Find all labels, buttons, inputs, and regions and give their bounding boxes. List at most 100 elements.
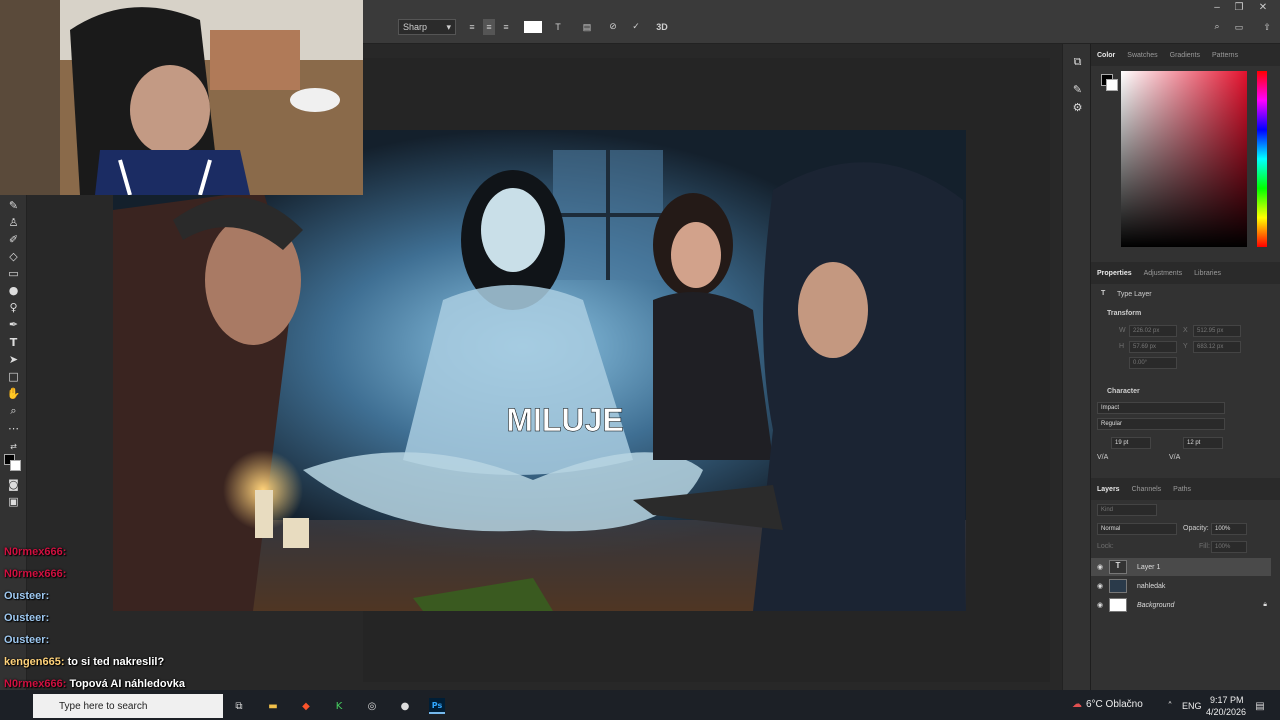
chevron-up-icon[interactable]: ˄ — [1162, 698, 1178, 714]
tab-paths[interactable]: Paths — [1167, 486, 1197, 493]
tab-gradients[interactable]: Gradients — [1164, 52, 1206, 59]
minimize-button[interactable]: – — [1206, 0, 1228, 14]
y-label: Y — [1183, 343, 1188, 350]
cloud-icon: ☁ — [1072, 699, 1082, 710]
workspace-icon[interactable]: ▭ — [1232, 19, 1246, 35]
cancel-icon[interactable]: ⊘ — [606, 19, 620, 35]
text-color-swatch[interactable] — [524, 21, 542, 33]
align-center-icon[interactable]: ≡ — [483, 19, 495, 35]
layer-name[interactable]: Layer 1 — [1137, 564, 1160, 571]
dodge-tool-icon[interactable]: ♀ — [5, 300, 22, 315]
fill-field[interactable]: 100% — [1211, 541, 1247, 553]
notifications-icon[interactable]: ▤ — [1252, 698, 1268, 714]
task-view-icon[interactable]: ⧉ — [231, 698, 247, 714]
background-swatch[interactable] — [1106, 79, 1118, 91]
fill-label: Fill: — [1199, 543, 1210, 550]
tab-patterns[interactable]: Patterns — [1206, 52, 1244, 59]
layer-filter-input[interactable]: Kind — [1097, 504, 1157, 516]
type-layer-label: Type Layer — [1117, 291, 1152, 298]
screen-mode-icon[interactable]: ▣ — [5, 494, 22, 509]
clock-date[interactable]: 4/20/2026 — [1206, 707, 1246, 717]
search-placeholder: Type here to search — [59, 700, 148, 712]
tab-layers[interactable]: Layers — [1091, 486, 1126, 493]
blend-mode-select[interactable]: Normal — [1097, 523, 1177, 535]
path-selection-tool-icon[interactable]: ➤ — [5, 352, 22, 367]
width-field[interactable]: 226.02 px — [1129, 325, 1177, 337]
swap-colors-icon[interactable]: ⇄ — [5, 439, 22, 454]
restore-button[interactable]: ❐ — [1228, 0, 1250, 14]
type-tool-icon[interactable]: T — [5, 335, 22, 350]
pen-tool-icon[interactable]: ✒ — [5, 317, 22, 332]
taskbar-search-box[interactable]: Type here to search — [33, 694, 223, 718]
gradient-tool-icon[interactable]: ▭ — [5, 266, 22, 281]
angle-field[interactable]: 0.00° — [1129, 357, 1177, 369]
align-right-icon[interactable]: ≡ — [500, 19, 512, 35]
character-panel-icon[interactable]: ▤ — [580, 19, 594, 35]
background-color-swatch[interactable] — [10, 460, 21, 471]
opacity-field[interactable]: 100% — [1211, 523, 1247, 535]
font-size-field[interactable]: 19 pt — [1111, 437, 1151, 449]
quick-mask-icon[interactable]: ◙ — [5, 477, 22, 492]
tab-swatches[interactable]: Swatches — [1121, 52, 1163, 59]
color-picker-field[interactable] — [1121, 71, 1247, 247]
tab-color[interactable]: Color — [1091, 52, 1121, 59]
app-icon[interactable]: ● — [397, 698, 413, 714]
y-field[interactable]: 683.12 px — [1193, 341, 1241, 353]
chat-text: Topová AI náhledovka — [69, 678, 185, 690]
history-panel-icon[interactable]: ⧉ — [1069, 54, 1086, 69]
hand-tool-icon[interactable]: ✋ — [5, 386, 22, 401]
3d-icon[interactable]: 3D — [655, 19, 669, 35]
history-brush-tool-icon[interactable]: ✐ — [5, 232, 22, 247]
character-section-label[interactable]: Character — [1107, 388, 1140, 395]
text-layer-miluje[interactable]: MILUJE — [506, 402, 624, 439]
file-explorer-icon[interactable]: ▬ — [265, 698, 281, 714]
rectangle-tool-icon[interactable]: □ — [5, 369, 22, 384]
tab-libraries[interactable]: Libraries — [1188, 270, 1227, 277]
share-icon[interactable]: ⇧ — [1260, 19, 1274, 35]
zoom-tool-icon[interactable]: ⌕ — [5, 403, 22, 418]
layer-row[interactable]: ◉ Background 🔒︎ — [1091, 596, 1271, 614]
app-k-icon[interactable]: K — [331, 698, 347, 714]
adjustments-panel-icon[interactable]: ⚙ — [1069, 100, 1086, 115]
hue-slider[interactable] — [1257, 71, 1267, 247]
tab-properties[interactable]: Properties — [1091, 270, 1138, 277]
tab-channels[interactable]: Channels — [1126, 486, 1168, 493]
height-field[interactable]: 57.69 px — [1129, 341, 1177, 353]
webcam-overlay — [0, 0, 363, 195]
close-button[interactable]: ✕ — [1252, 0, 1274, 14]
leading-field[interactable]: 12 pt — [1183, 437, 1223, 449]
tracking-label: V/A — [1169, 454, 1181, 461]
layer-name[interactable]: Background — [1137, 602, 1174, 609]
transform-section-label[interactable]: Transform — [1107, 310, 1141, 317]
brave-browser-icon[interactable]: ◆ — [298, 698, 314, 714]
photoshop-icon[interactable]: Ps — [429, 698, 445, 714]
x-label: X — [1183, 327, 1188, 334]
tab-adjustments[interactable]: Adjustments — [1138, 270, 1189, 277]
layer-row[interactable]: ◉ nahledak — [1091, 577, 1271, 595]
align-left-icon[interactable]: ≡ — [466, 19, 478, 35]
blur-tool-icon[interactable]: ● — [5, 283, 22, 298]
eye-icon[interactable]: ◉ — [1091, 563, 1109, 571]
brush-settings-icon[interactable]: ✎ — [1069, 82, 1086, 97]
font-style-select[interactable]: Regular — [1097, 418, 1225, 430]
antialias-select[interactable]: Sharp ▾ — [398, 19, 456, 35]
commit-check-icon[interactable]: ✓ — [629, 19, 643, 35]
eye-icon[interactable]: ◉ — [1091, 582, 1109, 590]
font-family-select[interactable]: Impact — [1097, 402, 1225, 414]
lock-icon: 🔒︎ — [1263, 601, 1267, 608]
document-canvas[interactable]: MILUJE — [113, 130, 966, 611]
obs-icon[interactable]: ◎ — [364, 698, 380, 714]
eraser-tool-icon[interactable]: ◇ — [5, 249, 22, 264]
search-icon[interactable]: ⌕ — [1210, 19, 1224, 35]
brush-tool-icon[interactable]: ✎ — [5, 198, 22, 213]
warp-text-icon[interactable]: T — [551, 19, 565, 35]
clock-time[interactable]: 9:17 PM — [1210, 695, 1244, 705]
clone-stamp-tool-icon[interactable]: ♙ — [5, 215, 22, 230]
language-indicator[interactable]: ENG — [1182, 701, 1202, 711]
eye-icon[interactable]: ◉ — [1091, 601, 1109, 609]
x-field[interactable]: 512.95 px — [1193, 325, 1241, 337]
more-tools-icon[interactable]: ⋯ — [5, 421, 22, 436]
layer-name[interactable]: nahledak — [1137, 583, 1165, 590]
weather-widget[interactable]: ☁ 6°C Oblačno — [1072, 699, 1143, 710]
layer-row[interactable]: ◉ T Layer 1 — [1091, 558, 1271, 576]
